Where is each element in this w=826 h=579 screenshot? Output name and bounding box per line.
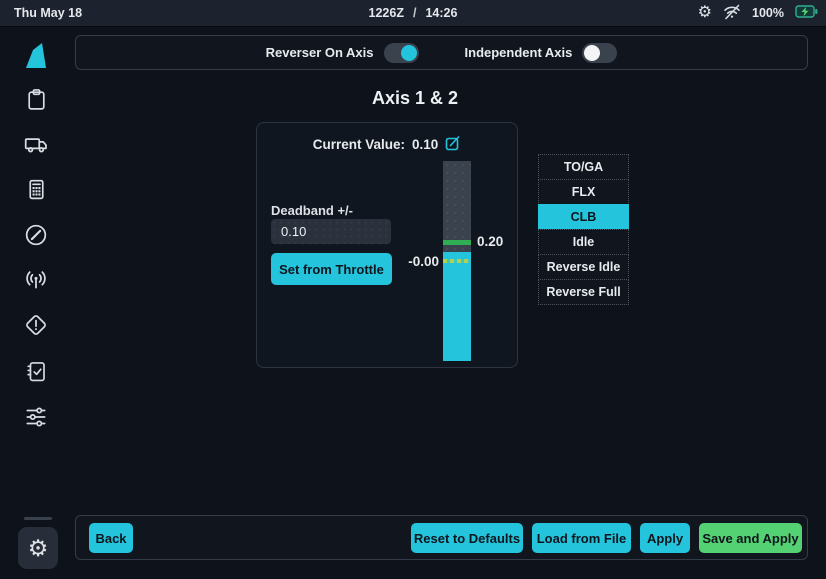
detent-list: TO/GA FLX CLB Idle Reverse Idle Reverse … bbox=[538, 154, 629, 305]
save-and-apply-button[interactable]: Save and Apply bbox=[699, 523, 802, 553]
battery-percent: 100% bbox=[752, 6, 784, 20]
reverser-on-axis-label: Reverser On Axis bbox=[266, 45, 374, 60]
back-button[interactable]: Back bbox=[89, 523, 133, 553]
deadband-input[interactable] bbox=[271, 219, 391, 244]
independent-axis-label: Independent Axis bbox=[465, 45, 573, 60]
wifi-off-icon bbox=[723, 4, 741, 23]
current-value: 0.10 bbox=[412, 137, 438, 152]
deadband-label: Deadband +/- bbox=[271, 203, 353, 218]
sidebar-item-settings[interactable]: ⚙ bbox=[18, 527, 58, 569]
calibration-panel: Current Value: 0.10 Deadband +/- Set fro… bbox=[256, 122, 518, 368]
load-from-file-button[interactable]: Load from File bbox=[532, 523, 631, 553]
sidebar-nav: ⚙ bbox=[0, 27, 72, 579]
set-from-throttle-button[interactable]: Set from Throttle bbox=[271, 253, 392, 285]
detent-row-idle[interactable]: Idle bbox=[538, 229, 629, 255]
settings-gear-icon[interactable]: ⚙ bbox=[698, 5, 712, 21]
apply-button[interactable]: Apply bbox=[640, 523, 690, 553]
reverser-on-axis-toggle[interactable] bbox=[384, 43, 419, 63]
sidebar-item-compass[interactable] bbox=[18, 217, 54, 253]
sidebar-item-truck[interactable] bbox=[18, 126, 54, 162]
current-value-row: Current Value: 0.10 bbox=[257, 135, 517, 154]
footer-action-bar: Back Reset to Defaults Load from File Ap… bbox=[75, 515, 808, 560]
sidebar-item-calculator[interactable] bbox=[18, 171, 54, 207]
utc-time: 1226Z bbox=[369, 6, 404, 20]
axis-bar-fill bbox=[443, 252, 471, 361]
page-title: Axis 1 & 2 bbox=[229, 88, 601, 109]
toggle-knob bbox=[584, 45, 600, 61]
detent-row-toga[interactable]: TO/GA bbox=[538, 154, 629, 180]
axis-bar-gap bbox=[443, 245, 471, 252]
detent-row-flx[interactable]: FLX bbox=[538, 179, 629, 205]
sidebar-item-warning[interactable] bbox=[18, 307, 54, 343]
current-value-label: Current Value: bbox=[313, 137, 405, 152]
sidebar-item-clipboard[interactable] bbox=[18, 81, 54, 117]
lower-mark-label: -0.00 bbox=[403, 254, 439, 269]
toggle-knob bbox=[401, 45, 417, 61]
sidebar-item-broadcast[interactable] bbox=[18, 262, 54, 298]
status-right-cluster: ⚙ 100% bbox=[698, 4, 818, 23]
sidebar-item-sliders[interactable] bbox=[18, 399, 54, 435]
local-time: 14:26 bbox=[425, 6, 457, 20]
independent-axis-group: Independent Axis bbox=[465, 43, 618, 63]
detent-row-reverse-full[interactable]: Reverse Full bbox=[538, 279, 629, 305]
status-bar: Thu May 18 1226Z/14:26 ⚙ 100% bbox=[0, 0, 826, 27]
settings-gear-icon: ⚙ bbox=[28, 537, 49, 560]
sidebar-divider bbox=[24, 517, 52, 520]
reverser-on-axis-group: Reverser On Axis bbox=[266, 43, 419, 63]
axis-value-bar[interactable] bbox=[443, 161, 471, 361]
upper-mark-label: 0.20 bbox=[477, 234, 503, 249]
reset-to-defaults-button[interactable]: Reset to Defaults bbox=[411, 523, 523, 553]
independent-axis-toggle[interactable] bbox=[582, 43, 617, 63]
detent-row-reverse-idle[interactable]: Reverse Idle bbox=[538, 254, 629, 280]
time-separator: / bbox=[413, 6, 416, 20]
detent-row-clb[interactable]: CLB bbox=[538, 204, 629, 230]
efb-app-window: Thu May 18 1226Z/14:26 ⚙ 100% bbox=[0, 0, 826, 579]
fin-logo-icon[interactable] bbox=[18, 37, 54, 73]
battery-charging-icon bbox=[795, 5, 818, 21]
edit-pencil-icon[interactable] bbox=[445, 135, 461, 154]
deadband-marker-line bbox=[443, 259, 471, 263]
axis-options-bar: Reverser On Axis Independent Axis bbox=[75, 35, 808, 70]
sidebar-item-checklist[interactable] bbox=[18, 353, 54, 389]
axis-bar-upper-track bbox=[443, 161, 471, 240]
